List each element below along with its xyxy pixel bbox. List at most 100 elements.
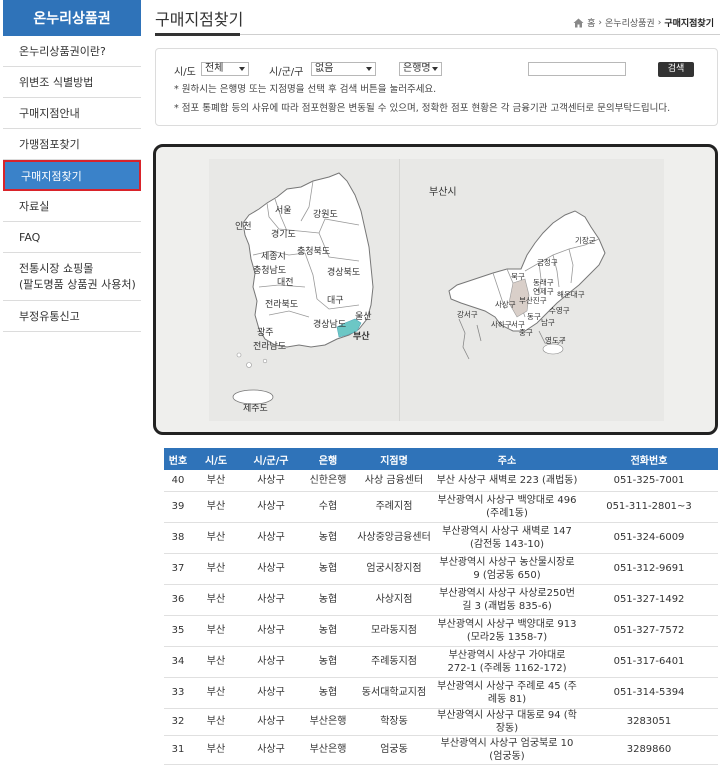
cell-phone: 051-317-6401: [580, 646, 718, 678]
sidebar-item-label: 자료실: [19, 200, 50, 213]
sido-select-value: 전체: [205, 63, 224, 74]
map-label-saha[interactable]: 사하구: [491, 319, 512, 330]
map-label-jeju[interactable]: 제주도: [243, 401, 268, 414]
cell-sigungu: 사상구: [240, 584, 302, 616]
sidebar-item-mall[interactable]: 전통시장 쇼핑몰 (팔도명품 상품권 사용처): [3, 253, 141, 301]
chevron-down-icon: [432, 67, 438, 71]
col-header-bank: 은행: [302, 448, 354, 470]
map-label-jung[interactable]: 중구: [519, 327, 533, 338]
sido-select[interactable]: 전체: [201, 62, 249, 76]
cell-bank: 농협: [302, 677, 354, 709]
search-button[interactable]: 검색: [658, 62, 694, 77]
sigungu-select[interactable]: 없음: [311, 62, 376, 76]
sidebar-item-label: 부정유통신고: [19, 310, 80, 323]
cell-phone: 3289860: [580, 735, 718, 765]
sidebar-item-label: 구매지점찾기: [21, 169, 82, 183]
cell-no: 34: [164, 646, 192, 678]
breadcrumb-home[interactable]: 홈: [587, 16, 595, 29]
map-label-seoul[interactable]: 서울: [275, 203, 292, 216]
map-panel: 서울 강원도 인천 경기도 충청북도 세종시 충청남도 대전 경상북도 전라북도…: [153, 144, 718, 435]
sidebar-item-resources[interactable]: 자료실: [3, 191, 141, 222]
map-label-gwangju[interactable]: 광주: [257, 325, 274, 338]
cell-bank: 부산은행: [302, 708, 354, 736]
sidebar-item-label: 가맹점포찾기: [19, 138, 80, 151]
cell-address: 부산광역시 사상구 엄궁북로 10 (엄궁동): [434, 735, 580, 765]
map-label-busanjin[interactable]: 부산진구: [519, 295, 547, 306]
breadcrumb-section[interactable]: 온누리상품권: [605, 16, 655, 29]
map-label-dong[interactable]: 동구: [527, 311, 541, 322]
sidebar-item-label: FAQ: [19, 230, 41, 244]
sidebar-item-purchase-info[interactable]: 구매지점안내: [3, 98, 141, 129]
map-label-gangseo[interactable]: 강서구: [457, 309, 478, 320]
search-type-value: 은행명: [403, 63, 431, 74]
sidebar-title: 온누리상품권: [3, 0, 141, 36]
map-label-sasang[interactable]: 사상구: [495, 299, 516, 310]
home-icon[interactable]: [573, 18, 584, 28]
sidebar-item-label: 위변조 식별방법: [19, 76, 94, 89]
page-title: 구매지점찾기: [155, 10, 244, 29]
busan-map[interactable]: [429, 199, 629, 379]
map-area: 서울 강원도 인천 경기도 충청북도 세종시 충청남도 대전 경상북도 전라북도…: [209, 159, 664, 421]
map-divider: [399, 159, 400, 421]
cell-sigungu: 사상구: [240, 615, 302, 647]
cell-bank: 부산은행: [302, 735, 354, 765]
table-row: 38 부산 사상구 농협 사상중앙금융센터 부산광역시 사상구 새벽로 147 (감전동 …: [164, 522, 718, 554]
search-type-select[interactable]: 은행명: [399, 62, 442, 76]
cell-no: 32: [164, 708, 192, 736]
map-label-daejeon[interactable]: 대전: [277, 275, 294, 288]
chevron-right-icon: ›: [598, 17, 603, 28]
map-label-daegu[interactable]: 대구: [327, 293, 344, 306]
map-label-nam[interactable]: 남구: [541, 317, 555, 328]
map-label-busan[interactable]: 부산: [353, 329, 370, 342]
map-label-chungbuk[interactable]: 충청북도: [297, 244, 330, 257]
table-row: 35 부산 사상구 농협 모라동지점 부산광역시 사상구 백양대로 913 (모라2동 1…: [164, 615, 718, 647]
cell-branch: 엄궁시장지점: [354, 553, 434, 585]
cell-branch: 학장동: [354, 708, 434, 736]
cell-address: 부산광역시 사상구 농산물시장로 9 (엄궁동 650): [434, 553, 580, 585]
sidebar-item-label: 전통시장 쇼핑몰 (팔도명품 상품권 사용처): [19, 261, 136, 291]
table-row: 37 부산 사상구 농협 엄궁시장지점 부산광역시 사상구 농산물시장로 9 (엄궁동 6…: [164, 553, 718, 585]
cell-sigungu: 사상구: [240, 677, 302, 709]
cell-sido: 부산: [192, 522, 240, 554]
map-label-incheon[interactable]: 인천: [235, 219, 252, 232]
cell-branch: 사상중앙금융센터: [354, 522, 434, 554]
cell-sigungu: 사상구: [240, 470, 302, 492]
search-note-2: * 점포 통폐합 등의 사유에 따라 점포현황은 변동될 수 있으며, 정확한 …: [174, 103, 671, 114]
map-label-jeonbuk[interactable]: 전라북도: [265, 297, 298, 310]
sidebar-item-about[interactable]: 온누리상품권이란?: [3, 36, 141, 67]
cell-no: 35: [164, 615, 192, 647]
sidebar-item-label: 구매지점안내: [19, 107, 80, 120]
map-label-gyeongnam[interactable]: 경상남도: [313, 317, 346, 330]
map-label-haeundae[interactable]: 해운대구: [557, 289, 585, 300]
cell-bank: 농협: [302, 615, 354, 647]
cell-sido: 부산: [192, 646, 240, 678]
cell-bank: 농협: [302, 584, 354, 616]
map-label-gyeongbuk[interactable]: 경상북도: [327, 265, 360, 278]
map-label-jeonnam[interactable]: 전라남도: [253, 339, 286, 352]
map-label-ulsan[interactable]: 울산: [355, 309, 372, 322]
sidebar-item-report[interactable]: 부정유통신고: [3, 301, 141, 332]
map-label-yeongdo[interactable]: 영도구: [545, 335, 566, 346]
sidebar-item-forgery[interactable]: 위변조 식별방법: [3, 67, 141, 98]
sidebar: 온누리상품권 온누리상품권이란? 위변조 식별방법 구매지점안내 가맹점포찾기 …: [3, 0, 141, 332]
chevron-down-icon: [366, 67, 372, 71]
search-input[interactable]: [528, 62, 626, 76]
sidebar-item-find-branch[interactable]: 구매지점찾기: [3, 160, 141, 191]
sidebar-item-find-store[interactable]: 가맹점포찾기: [3, 129, 141, 160]
col-header-sigungu: 시/군/구: [240, 448, 302, 470]
sidebar-item-faq[interactable]: FAQ: [3, 222, 141, 253]
table-row: 33 부산 사상구 농협 동서대학교지점 부산광역시 사상구 주례로 45 (주례동 81…: [164, 677, 718, 709]
cell-bank: 신한은행: [302, 470, 354, 492]
map-label-gyeonggi[interactable]: 경기도: [271, 227, 296, 240]
map-label-buk[interactable]: 북구: [511, 271, 525, 282]
cell-sigungu: 사상구: [240, 708, 302, 736]
map-label-geumjeong[interactable]: 금정구: [537, 257, 558, 268]
cell-bank: 수협: [302, 491, 354, 523]
chevron-down-icon: [239, 67, 245, 71]
map-label-gangwon[interactable]: 강원도: [313, 207, 338, 220]
korea-map[interactable]: [209, 159, 399, 421]
map-label-gijang[interactable]: 기장군: [575, 235, 596, 246]
map-label-sejong[interactable]: 세종시: [261, 249, 286, 262]
map-label-suyeong[interactable]: 수영구: [549, 305, 570, 316]
cell-sigungu: 사상구: [240, 553, 302, 585]
